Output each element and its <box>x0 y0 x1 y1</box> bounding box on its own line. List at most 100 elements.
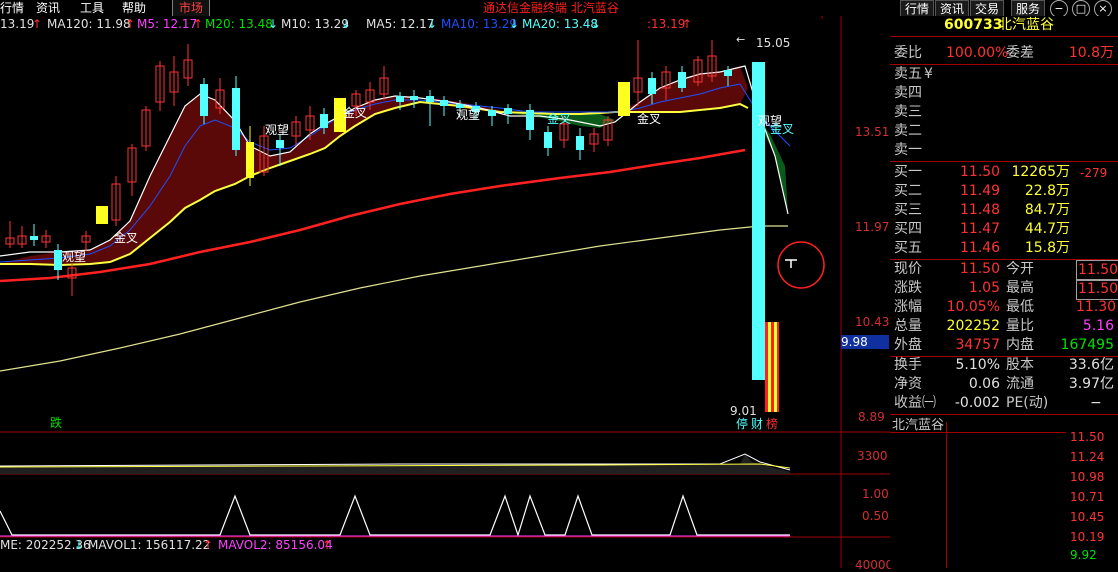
weibi-label: 委比 <box>894 45 922 61</box>
tag-finance[interactable]: 财 <box>751 415 763 432</box>
buy-change-1: -279 <box>1080 166 1108 180</box>
weicha-value: 10.8万 <box>1068 45 1114 61</box>
stat-pct: 10.05% <box>946 299 1000 315</box>
stat-label-low: 最低 <box>1006 299 1034 315</box>
buy-label-4: 买四 <box>894 221 922 237</box>
signal-jincha-4: 金叉 <box>637 112 662 126</box>
signal-jincha-2: 金叉 <box>343 106 368 120</box>
sell-label-5: 卖五 <box>894 66 922 82</box>
buy-price-1[interactable]: 11.50 <box>960 163 1000 182</box>
stat-float: 3.97亿 <box>1068 376 1114 392</box>
mini-tick-5: 10.45 <box>1070 510 1105 524</box>
vol-legend-arrow-3: ↑ <box>322 538 333 552</box>
buy-vol-3: 84.7万 <box>1024 202 1070 218</box>
signal-jincha-1: 金叉 <box>114 231 139 245</box>
signal-jincha-3: 金叉 <box>547 112 572 126</box>
signal-guanwang-1: 观望 <box>62 250 87 264</box>
stat-eps: -0.002 <box>954 395 1000 411</box>
mini-tick-3: 10.98 <box>1070 470 1105 484</box>
axis-tick-1: 13.51 <box>855 125 890 139</box>
axis-tick-3: 10.43 <box>855 315 890 329</box>
stat-volume: 202252 <box>946 318 1000 334</box>
menu-tools[interactable]: 工具 <box>80 0 104 16</box>
mini-tick-1: 11.50 <box>1070 430 1105 444</box>
stat-label-ratio: 量比 <box>1006 318 1034 334</box>
vol-legend-mavol1: MAVOL1: 156117.22 <box>88 538 211 552</box>
stat-label-change: 涨跌 <box>894 280 922 296</box>
stat-shares: 33.6亿 <box>1068 357 1114 373</box>
stat-label-float: 流通 <box>1006 376 1034 392</box>
ind-axis-tick-2: 0.50 <box>862 509 889 523</box>
stat-change: 1.05 <box>968 280 1000 296</box>
stat-inner: 167495 <box>1060 337 1114 353</box>
mini-tick-7: 9.92 <box>1070 548 1097 562</box>
signal-jincha-5: 金叉 <box>770 122 795 136</box>
buy-label-3: 买三 <box>894 202 922 218</box>
buy-price-4[interactable]: 11.47 <box>960 220 1000 239</box>
buy-price-2[interactable]: 11.49 <box>960 182 1000 201</box>
buy-price-5[interactable]: 11.46 <box>960 239 1000 258</box>
weicha-label: 委差 <box>1006 45 1034 61</box>
tag-rank[interactable]: 榜 <box>766 415 778 432</box>
stat-netasset: 0.06 <box>968 376 1000 392</box>
indicator-line <box>0 494 790 537</box>
buy-price-3[interactable]: 11.48 <box>960 201 1000 220</box>
stat-label-turnover: 换手 <box>894 357 922 373</box>
menu-news[interactable]: 资讯 <box>36 0 60 16</box>
axis-tick-2: 11.97 <box>855 220 890 234</box>
stat-label-netasset: 净资 <box>894 376 922 392</box>
menu-quotes[interactable]: 行情 <box>0 0 24 16</box>
tag-stop[interactable]: 停 <box>736 415 748 432</box>
mini-tick-4: 10.71 <box>1070 490 1105 504</box>
menu-bar: 行情 资讯 工具 帮助 市场 通达信金融终端 北汽蓝谷 行情 资讯 交易 服务 … <box>0 0 1118 18</box>
stat-ratio: 5.16 <box>1082 318 1114 334</box>
axis-tick-4: 8.89 <box>858 410 885 424</box>
sell-label-1: 卖一 <box>894 142 922 158</box>
signal-guanwang-2: 观望 <box>265 123 290 137</box>
vol-axis-tick: 3300 <box>857 449 888 463</box>
stat-label-eps: 收益㈠ <box>894 395 936 411</box>
high-price-label: 15.05 <box>756 36 791 50</box>
stat-label-pct: 涨幅 <box>894 299 922 315</box>
vol-legend-arrow-1: ↓ <box>74 538 85 552</box>
high-arrow-icon: ← <box>736 33 746 46</box>
sell-label-4: 卖四 <box>894 85 922 101</box>
stat-open: 11.50 <box>1076 260 1118 281</box>
stat-label-pe: PE(动) <box>1006 395 1049 411</box>
buy-vol-4: 44.7万 <box>1024 221 1070 237</box>
mini-tick-6: 10.19 <box>1070 530 1105 544</box>
stat-turnover: 5.10% <box>955 357 1000 373</box>
menu-help[interactable]: 帮助 <box>122 0 146 16</box>
bottom-axis-tick: 40000 <box>855 558 894 572</box>
buy-vol-5: 15.8万 <box>1024 240 1070 256</box>
buy-label-1: 买一 <box>894 164 922 180</box>
stock-code: 600733 <box>944 17 1003 33</box>
kline-chart[interactable] <box>0 16 890 568</box>
sell-label-3: 卖三 <box>894 104 922 120</box>
stat-label-outer: 外盘 <box>894 337 922 353</box>
stat-outer: 34757 <box>955 337 1000 353</box>
buy-vol-1: 12265万 <box>1011 164 1070 180</box>
mini-tick-2: 11.24 <box>1070 450 1105 464</box>
vol-legend-mavol2: MAVOL2: 85156.04 <box>218 538 333 552</box>
stock-name: 北汽蓝谷 <box>998 17 1054 33</box>
buy-vol-2: 22.8万 <box>1024 183 1070 199</box>
weibi-value: 100.00% <box>946 45 1009 61</box>
stat-label-price: 现价 <box>894 261 922 277</box>
current-price-tag: 9.98 <box>841 335 889 349</box>
stat-label-high: 最高 <box>1006 280 1034 296</box>
buy-label-2: 买二 <box>894 183 922 199</box>
quote-panel: 600733 北汽蓝谷 委比 100.00% 委差 10.8万 卖五 ¥ 卖四 … <box>890 16 1118 568</box>
tab-market[interactable]: 市场 <box>172 0 211 16</box>
stat-pe: − <box>1090 395 1102 411</box>
stat-label-shares: 股本 <box>1006 357 1034 373</box>
stat-low: 11.30 <box>1076 299 1117 315</box>
signal-die: 跌 <box>50 416 63 430</box>
ind-axis-tick-1: 1.00 <box>862 487 889 501</box>
sell-label-2: 卖二 <box>894 123 922 139</box>
signal-guanwang-3: 观望 <box>456 108 481 122</box>
stat-label-open: 今开 <box>1006 261 1034 277</box>
stat-high: 11.50 <box>1076 279 1118 300</box>
stat-label-inner: 内盘 <box>1006 337 1034 353</box>
yen-icon: ¥ <box>924 66 933 82</box>
